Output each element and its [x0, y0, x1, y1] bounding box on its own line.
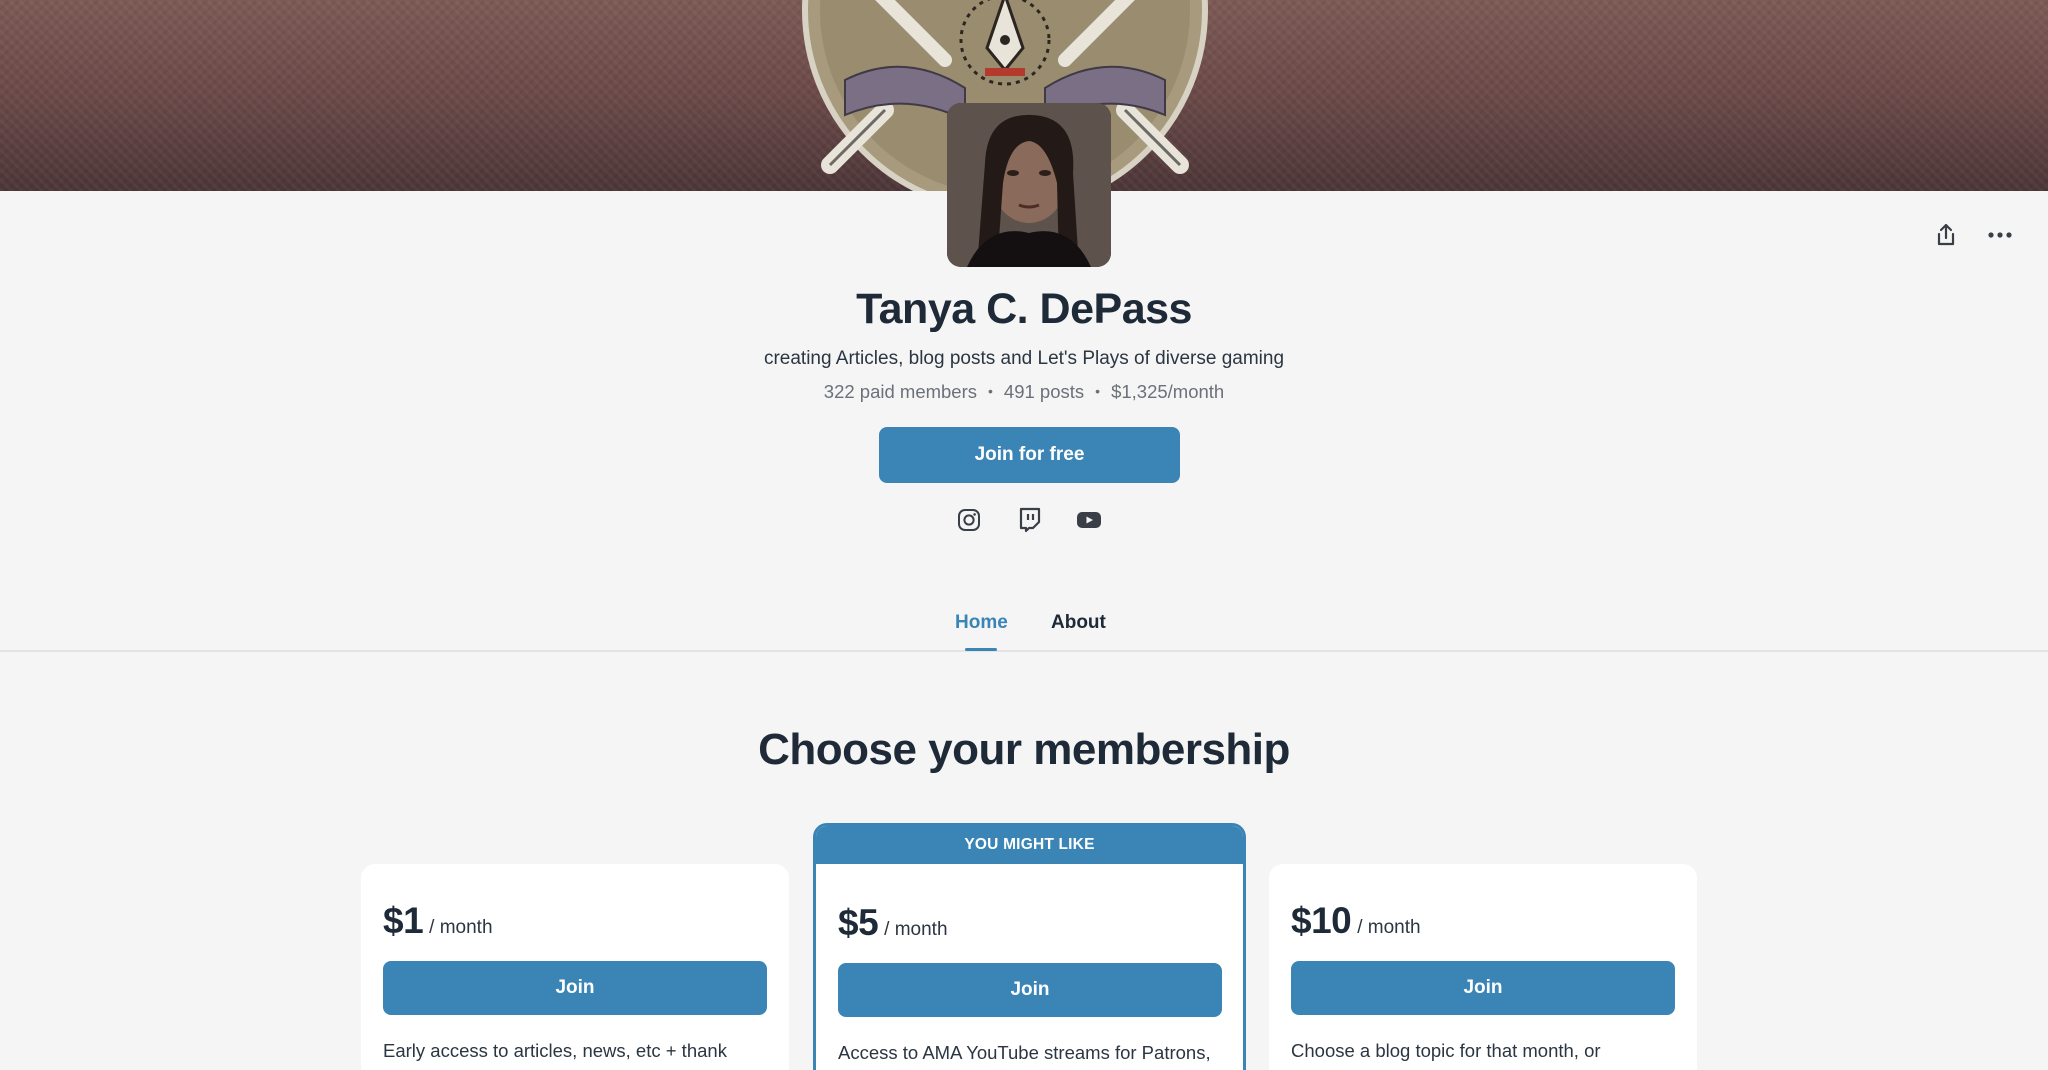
- twitch-link[interactable]: [1016, 506, 1044, 534]
- instagram-icon: [958, 509, 980, 531]
- creator-stats: 322 paid members • 491 posts • $1,325/month: [0, 381, 2048, 403]
- creator-name: Tanya C. DePass: [856, 285, 1192, 333]
- youtube-icon: [1077, 512, 1101, 528]
- creator-avatar: [947, 103, 1111, 267]
- membership-section-title: Choose your membership: [758, 725, 1290, 774]
- more-options-button[interactable]: [1984, 219, 2016, 251]
- tier-description: Choose a blog topic for that month, or: [1291, 1040, 1601, 1061]
- tier-amount: $1: [383, 900, 424, 941]
- tier-price: $10 / month: [1291, 900, 1421, 942]
- tier-amount: $10: [1291, 900, 1352, 941]
- tab-about[interactable]: About: [1051, 612, 1106, 634]
- tier-card-featured: YOU MIGHT LIKE $5 / month Join Access to…: [813, 823, 1246, 1070]
- avatar-portrait: [947, 103, 1111, 267]
- tab-home[interactable]: Home: [955, 612, 1008, 634]
- creator-tagline: creating Articles, blog posts and Let's …: [763, 348, 1285, 369]
- youtube-link[interactable]: [1075, 506, 1103, 534]
- share-icon: [1937, 223, 1955, 246]
- tier-period: / month: [429, 917, 493, 938]
- more-options-icon: [1988, 232, 2012, 238]
- tier-amount: $5: [838, 902, 879, 943]
- tier-price: $5 / month: [838, 902, 948, 944]
- tier-description: Access to AMA YouTube streams for Patron…: [838, 1042, 1211, 1063]
- paid-members-count: 322 paid members: [823, 381, 978, 402]
- instagram-link[interactable]: [955, 506, 983, 534]
- tabs-divider: [0, 650, 2048, 652]
- tier-join-button[interactable]: Join: [838, 963, 1222, 1017]
- twitch-icon: [1019, 507, 1041, 533]
- active-tab-indicator: [965, 648, 997, 651]
- tier-card: $1 / month Join Early access to articles…: [361, 864, 789, 1070]
- recommended-badge: YOU MIGHT LIKE: [816, 826, 1243, 864]
- tier-join-button[interactable]: Join: [383, 961, 767, 1015]
- tier-price: $1 / month: [383, 900, 493, 942]
- tier-period: / month: [1357, 917, 1421, 938]
- stats-separator: •: [988, 383, 993, 399]
- share-button[interactable]: [1930, 219, 1962, 251]
- tier-period: / month: [884, 919, 948, 940]
- tier-description: Early access to articles, news, etc + th…: [383, 1040, 727, 1061]
- join-for-free-button[interactable]: Join for free: [879, 427, 1180, 483]
- monthly-earnings: $1,325/month: [1111, 381, 1225, 402]
- tier-card: $10 / month Join Choose a blog topic for…: [1269, 864, 1697, 1070]
- creator-page: Tanya C. DePass creating Articles, blog …: [0, 0, 2048, 1070]
- posts-count: 491 posts: [1003, 381, 1085, 402]
- stats-separator: •: [1095, 383, 1101, 399]
- tier-join-button[interactable]: Join: [1291, 961, 1675, 1015]
